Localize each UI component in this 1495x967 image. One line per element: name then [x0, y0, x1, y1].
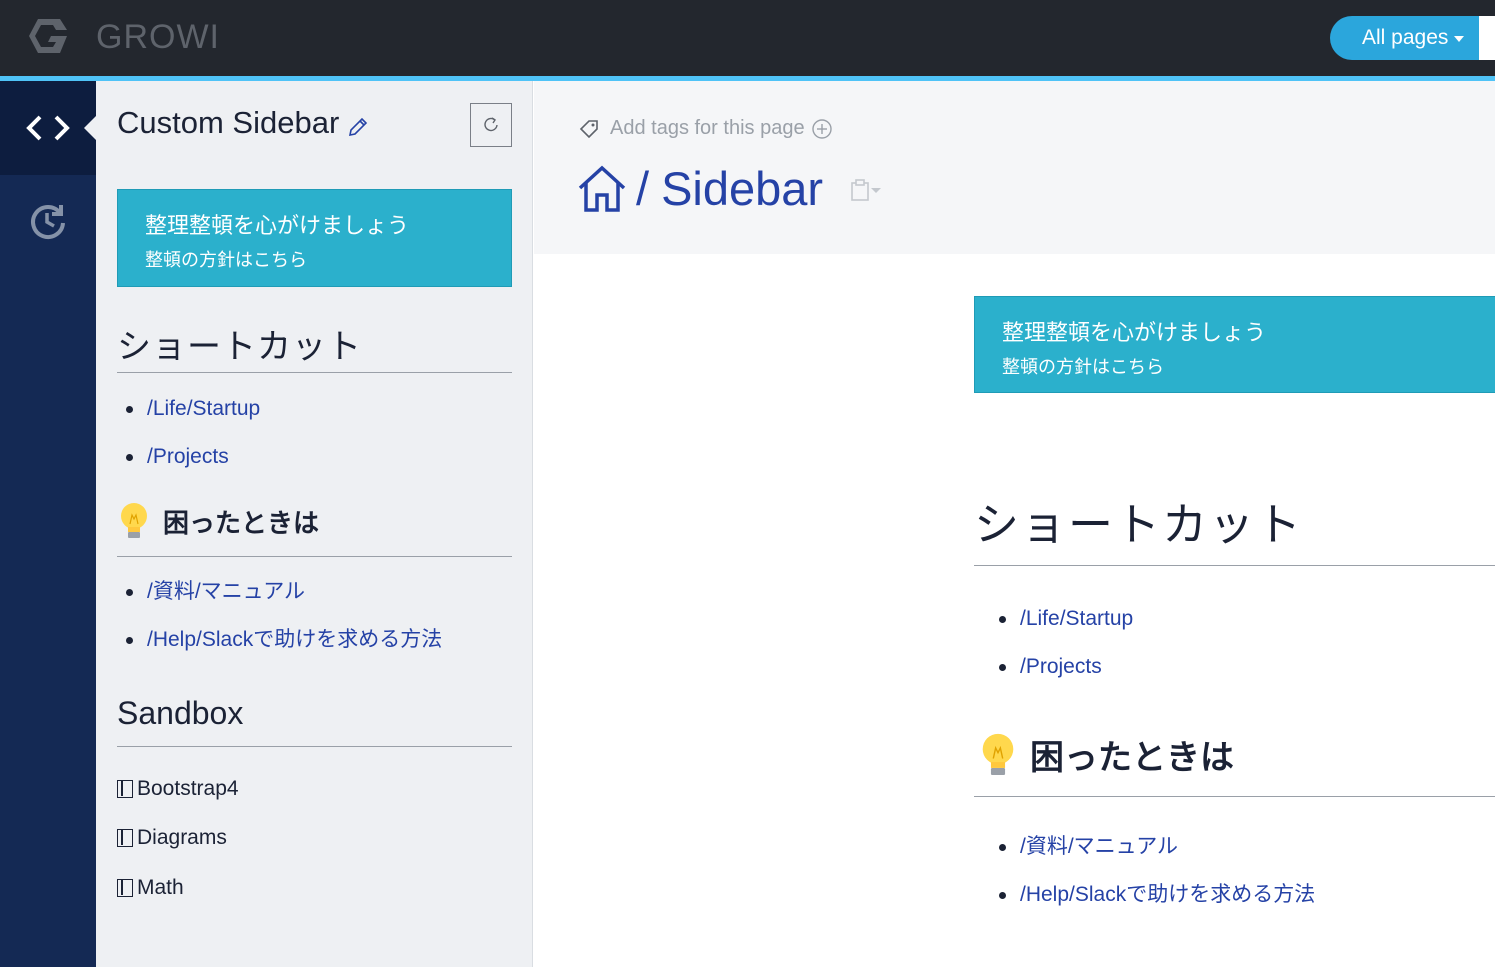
tags-placeholder: Add tags for this page: [610, 117, 805, 139]
sidebar-sandbox-heading: Sandbox: [117, 695, 244, 731]
page-link-manual[interactable]: /資料/マニュアル: [990, 832, 1315, 880]
sidebar-shortcut-list: /Life/Startup /Projects: [117, 394, 260, 490]
divider: [974, 796, 1495, 797]
sidebar-nav-rail: [0, 81, 96, 967]
page-link-label: Bootstrap4: [137, 777, 239, 800]
callout-subtitle: 整頓の方針はこちら: [145, 250, 307, 270]
code-icon: [26, 115, 70, 141]
page-link-help-slack[interactable]: /Help/Slackで助けを求める方法: [990, 880, 1315, 928]
growi-logo-icon[interactable]: [26, 16, 70, 56]
reload-button[interactable]: [470, 103, 512, 147]
all-pages-label: All pages: [1362, 26, 1449, 49]
page-link-label: Diagrams: [137, 826, 227, 849]
lightbulb-icon: [982, 733, 1014, 775]
custom-sidebar-panel: Custom Sidebar 整理整頓を心がけましょう 整頓の方針はこちら ショ…: [96, 81, 533, 967]
sidebar-title: Custom Sidebar: [117, 105, 340, 140]
sandbox-page-math[interactable]: Math: [117, 876, 184, 900]
page-help-list: /資料/マニュアル /Help/Slackで助けを求める方法: [990, 832, 1315, 928]
page-help-heading-text: 困ったときは: [1030, 739, 1234, 777]
callout-title: 整理整頓を心がけましょう: [145, 213, 410, 238]
page-shortcut-list: /Life/Startup /Projects: [990, 604, 1133, 700]
page-icon: [117, 829, 133, 847]
callout-title: 整理整頓を心がけましょう: [1002, 320, 1267, 345]
sandbox-page-bootstrap4[interactable]: Bootstrap4: [117, 777, 239, 801]
pencil-icon[interactable]: [346, 115, 370, 139]
breadcrumb-page-title[interactable]: Sidebar: [661, 161, 823, 216]
copy-path-dropdown[interactable]: [850, 179, 882, 201]
brand-name[interactable]: GROWI: [96, 18, 220, 57]
page-link-projects[interactable]: /Projects: [990, 652, 1133, 700]
all-pages-dropdown[interactable]: All pages: [1330, 16, 1479, 60]
rail-item-custom-sidebar[interactable]: [0, 81, 96, 175]
sidebar-callout[interactable]: 整理整頓を心がけましょう 整頓の方針はこちら: [117, 189, 512, 287]
tag-icon: [579, 119, 598, 138]
top-navbar: GROWI All pages: [0, 0, 1495, 76]
breadcrumb: / Sidebar: [576, 161, 823, 216]
plus-circle-icon[interactable]: [811, 118, 833, 140]
page-link-label: Math: [137, 876, 184, 899]
sidebar-link-help-slack[interactable]: /Help/Slackで助けを求める方法: [117, 625, 442, 673]
page-callout[interactable]: 整理整頓を心がけましょう 整頓の方針はこちら: [974, 296, 1495, 393]
rail-active-notch: [84, 116, 96, 140]
reload-icon: [484, 117, 498, 132]
divider: [117, 372, 512, 373]
tag-row[interactable]: Add tags for this page: [578, 117, 833, 140]
sidebar-link-life-startup[interactable]: /Life/Startup: [117, 394, 260, 442]
rail-item-recent[interactable]: [0, 185, 96, 255]
sidebar-help-heading: 困ったときは: [117, 501, 319, 541]
divider: [117, 746, 512, 747]
recent-changes-icon: [31, 205, 65, 240]
sidebar-link-projects[interactable]: /Projects: [117, 442, 260, 490]
breadcrumb-separator: /: [636, 162, 650, 215]
caret-down-icon: [871, 188, 881, 193]
divider: [974, 565, 1495, 566]
sidebar-help-heading-text: 困ったときは: [163, 507, 320, 538]
lightbulb-icon: [121, 503, 147, 538]
page-help-heading: 困ったときは: [978, 730, 1234, 779]
home-icon[interactable]: [576, 164, 628, 214]
clipboard-icon: [851, 179, 869, 201]
page-icon: [117, 879, 133, 897]
sidebar-link-manual[interactable]: /資料/マニュアル: [117, 577, 442, 625]
divider: [117, 556, 512, 557]
page-header: Add tags for this page / Sidebar: [534, 81, 1495, 254]
sidebar-help-list: /資料/マニュアル /Help/Slackで助けを求める方法: [117, 577, 442, 673]
caret-down-icon: [1454, 36, 1465, 42]
page-icon: [117, 780, 133, 798]
sandbox-page-diagrams[interactable]: Diagrams: [117, 826, 227, 850]
callout-subtitle: 整頓の方針はこちら: [1002, 357, 1164, 377]
navbar-search-edge[interactable]: [1479, 16, 1495, 60]
sidebar-shortcut-heading: ショートカット: [117, 328, 362, 366]
page-link-life-startup[interactable]: /Life/Startup: [990, 604, 1133, 652]
page-shortcut-heading: ショートカット: [974, 499, 1304, 550]
